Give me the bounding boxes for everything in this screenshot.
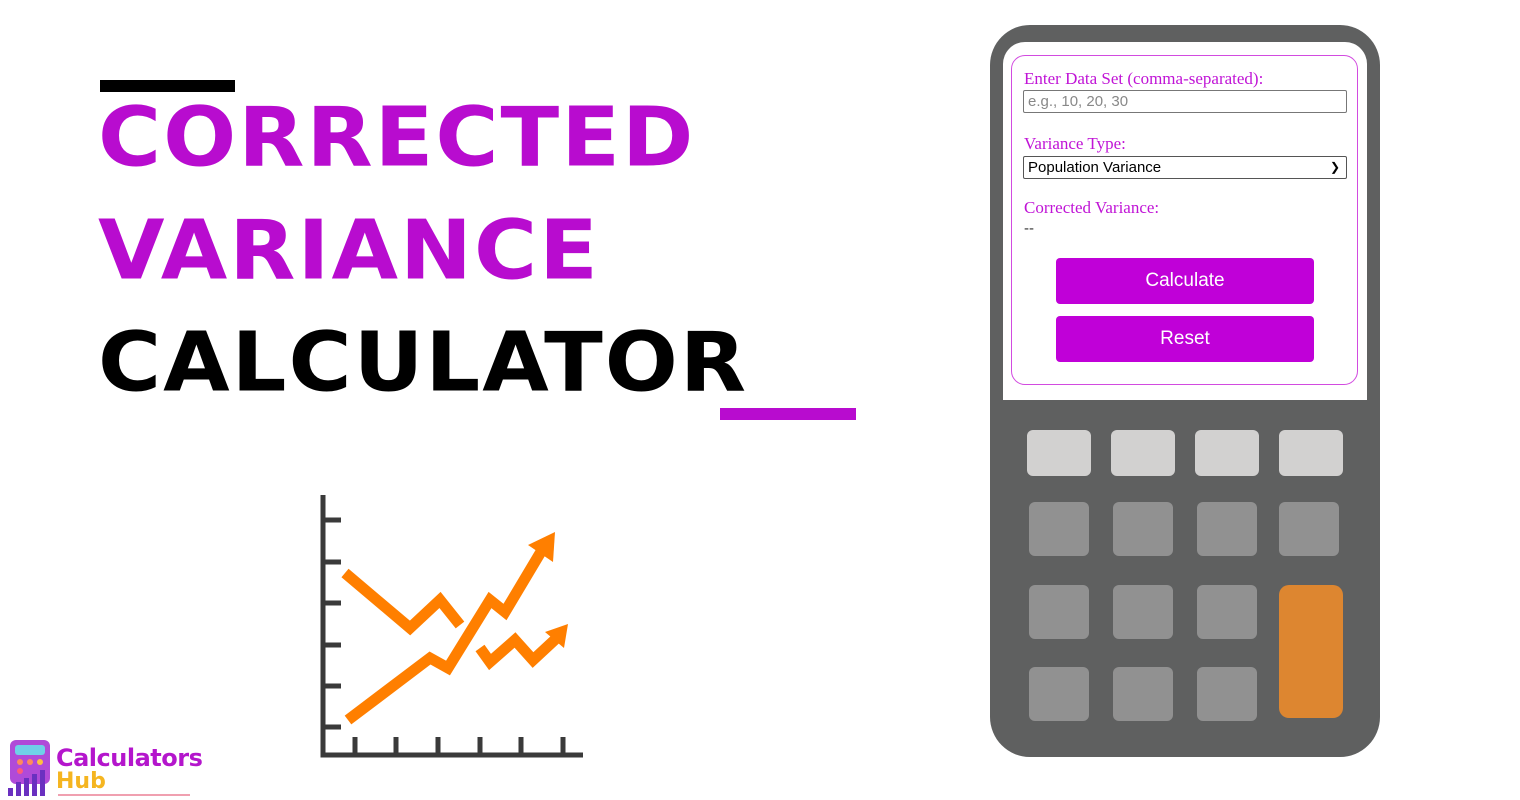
data-set-label: Enter Data Set (comma-separated): [1024,69,1264,88]
calculator-key [1029,585,1089,639]
title-line-3: CALCULATOR [98,315,749,411]
calculator-key [1029,667,1089,721]
chevron-down-icon: ❯ [1329,160,1340,174]
variance-type-value: Population Variance [1028,159,1162,176]
logo-text-hub: Hub [56,769,106,794]
calculator-equals-key [1279,585,1343,718]
calculator-key [1027,430,1091,476]
title-line-2: VARIANCE [98,203,600,299]
calculator-key [1197,502,1257,556]
data-set-input[interactable]: e.g., 10, 20, 30 [1023,90,1347,113]
reset-button[interactable]: Reset [1056,316,1314,362]
calculator-key [1113,667,1173,721]
title-line-1: CORRECTED [98,90,696,186]
calculators-hub-logo-icon [8,740,50,796]
variance-type-label: Variance Type: [1024,134,1126,153]
result-value: -- [1024,220,1034,237]
calculator-key [1113,502,1173,556]
calculator-key [1279,430,1343,476]
result-label: Corrected Variance: [1024,198,1160,217]
calculator-key [1029,502,1089,556]
variance-type-select[interactable]: Population Variance ❯ [1023,156,1347,179]
trend-chart-icon [320,495,583,758]
calculator-key [1279,502,1339,556]
logo-underline [58,794,190,796]
title-underline [720,408,856,420]
calculator-key [1111,430,1175,476]
trend-lines [341,542,564,725]
calculator-key [1197,585,1257,639]
logo-text-calculators: Calculators [56,744,203,772]
calculator-key [1195,430,1259,476]
calculator-key [1113,585,1173,639]
calculator-key [1197,667,1257,721]
calculate-button[interactable]: Calculate [1056,258,1314,304]
